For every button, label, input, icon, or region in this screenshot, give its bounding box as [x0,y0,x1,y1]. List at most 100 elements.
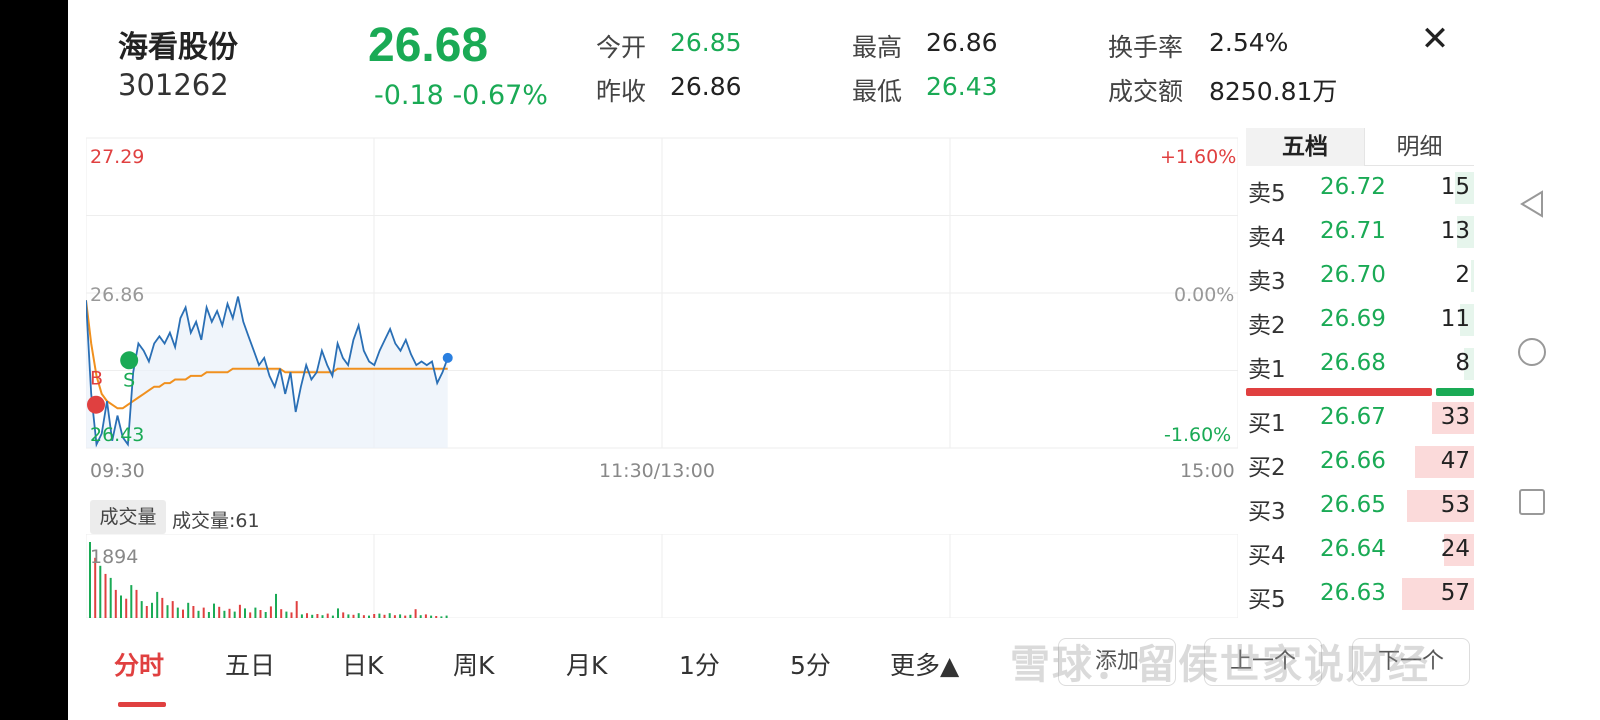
buy-marker-dot [87,395,105,414]
stat-high-label: 最高 [852,33,903,62]
back-triangle-icon[interactable] [1516,188,1548,220]
level-label: 买5 [1248,587,1286,613]
level-label: 买3 [1248,499,1286,525]
volume-bar [192,606,195,618]
level-price: 26.65 [1320,492,1386,518]
volume-info: 成交量:61 [172,510,260,532]
volume-indicator-selector[interactable]: 成交量 [90,500,166,534]
volume-bar [342,612,345,618]
ask-row[interactable]: 卖3 26.70 2 [1246,254,1474,298]
bid-row[interactable]: 买2 26.66 47 [1246,440,1474,484]
tab-five-levels[interactable]: 五档 [1246,128,1364,166]
volume-bar [223,610,226,618]
recents-square-icon[interactable] [1516,486,1548,518]
tab-details[interactable]: 明细 [1364,128,1474,166]
level-volume: 11 [1440,306,1470,332]
bid-ask-ratio-bar [1246,388,1474,396]
volume-bar [280,609,283,618]
tab-0[interactable]: 分时 [114,646,164,682]
volume-bar [161,597,164,618]
volume-bar [419,615,422,618]
level-label: 买1 [1248,411,1286,437]
tab-1[interactable]: 五日 [225,646,275,682]
level-price: 26.70 [1320,262,1386,288]
bid-ratio [1246,388,1433,396]
volume-bar [207,612,210,618]
volume-bar [238,604,241,618]
active-tab-underline [118,702,166,707]
stock-code: 301262 [118,68,229,102]
volume-bar [393,615,396,618]
stat-turnover-rate-value: 2.54% [1209,28,1289,57]
volume-bar [156,591,159,618]
volume-bar [311,614,314,618]
volume-bar [321,615,324,618]
y-axis-top-label: 27.29 [90,146,145,168]
ask-row[interactable]: 卖1 26.68 8 [1246,342,1474,386]
level-price: 26.68 [1320,350,1386,376]
volume-bar [135,589,138,618]
volume-bar [176,607,179,618]
volume-bar [182,609,184,618]
volume-bar [445,615,448,618]
volume-bar [233,611,236,618]
tab-5[interactable]: 1分 [679,646,720,682]
volume-bar [326,613,329,618]
ask-row[interactable]: 卖5 26.72 15 [1246,166,1474,210]
level-volume: 57 [1440,580,1470,606]
home-circle-icon[interactable] [1516,336,1548,368]
level-price: 26.72 [1320,174,1386,200]
volume-share-bar [1471,260,1474,292]
stock-name: 海看股份 [118,30,238,65]
volume-bar [435,616,438,618]
stat-prev-close-value: 26.86 [670,72,742,101]
y-axis-mid-label: 26.86 [90,284,145,306]
ask-row[interactable]: 卖4 26.71 13 [1246,210,1474,254]
tab-6[interactable]: 5分 [790,646,831,682]
tab-4[interactable]: 月K [566,646,607,682]
y-axis-bottom-label: 26.43 [90,424,145,446]
bid-row[interactable]: 买3 26.65 53 [1246,484,1474,528]
order-book-tabs: 五档 明细 [1246,128,1474,166]
close-icon[interactable]: ✕ [1418,22,1452,58]
level-volume: 15 [1440,174,1470,200]
bid-row[interactable]: 买5 26.63 57 [1246,572,1474,616]
volume-bar [244,608,246,618]
volume-bar [404,615,407,618]
volume-bar [357,613,360,618]
volume-bar [414,609,417,618]
x-axis-end-label: 15:00 [1180,460,1235,482]
volume-bar [378,613,381,618]
volume-bar [275,593,277,618]
volume-bar [409,614,412,618]
tab-3[interactable]: 周K [453,646,494,682]
price-change: -0.18 -0.67% [374,80,548,111]
tab-2[interactable]: 日K [342,646,383,682]
stat-amount-label: 成交额 [1108,77,1184,106]
tab-7[interactable]: 更多▲ [890,646,959,682]
watermark: 雪球：留侯世家说财经 [1010,642,1430,688]
pct-axis-top-label: +1.60% [1160,146,1237,168]
level-volume: 2 [1455,262,1470,288]
stat-open-label: 今开 [596,33,647,62]
bid-row[interactable]: 买4 26.64 24 [1246,528,1474,572]
ask-row[interactable]: 卖2 26.69 11 [1246,298,1474,342]
volume-bar [383,614,386,618]
volume-bar [440,616,443,618]
stat-turnover-rate-label: 换手率 [1108,33,1184,62]
bid-row[interactable]: 买1 26.67 33 [1246,396,1474,440]
level-price: 26.64 [1320,536,1386,562]
level-price: 26.67 [1320,404,1386,430]
volume-bar [388,613,391,618]
level-price: 26.63 [1320,580,1386,606]
level-volume: 8 [1455,350,1470,376]
volume-bar [202,607,205,618]
stat-high-value: 26.86 [926,28,998,57]
intraday-chart[interactable]: BS [86,126,1238,450]
volume-bar [290,612,293,618]
level-label: 买4 [1248,543,1286,569]
level-price: 26.69 [1320,306,1386,332]
stat-amount-value: 8250.81万 [1209,77,1338,106]
sell-marker-dot [120,351,139,370]
level-label: 卖2 [1248,313,1286,339]
